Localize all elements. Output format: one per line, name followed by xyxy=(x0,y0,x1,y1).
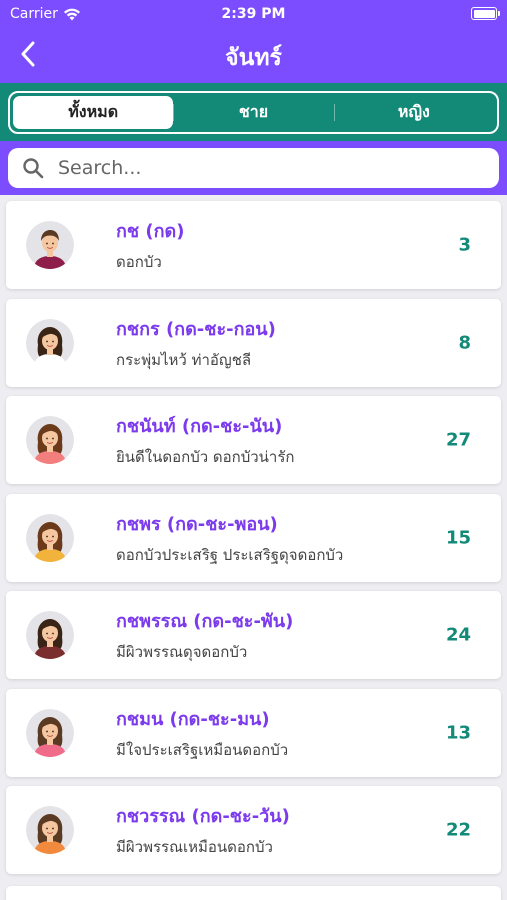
name-title: กชนันท์ (กด-ชะ-นัน) xyxy=(116,416,283,437)
name-count: 27 xyxy=(445,429,471,451)
battery-icon xyxy=(471,7,500,20)
search-input[interactable] xyxy=(58,157,485,179)
search-box[interactable] xyxy=(8,148,499,188)
page-title: จันทร์ xyxy=(225,45,282,71)
name-list-item[interactable]: กชมน (กด-ชะ-มน) มีใจประเสริฐเหมือนดอกบัว… xyxy=(6,688,501,777)
name-meaning: ดอกบัวประเสริฐ ประเสริฐดุจดอกบัว xyxy=(116,545,344,564)
name-title: กชกร (กด-ชะ-กอน) xyxy=(116,318,276,340)
name-list-item[interactable]: กชกร (กด-ชะ-กอน) กระพุ่มไหว้ ท่าอัญชลี 8 xyxy=(6,298,501,387)
name-count: 24 xyxy=(445,624,471,646)
name-list-item[interactable]: กช (กด) ดอกบัว 3 xyxy=(6,201,501,289)
status-time: 2:39 PM xyxy=(221,6,286,22)
female-avatar-icon xyxy=(26,513,74,562)
name-list-item[interactable]: กชพรรณ (กด-ชะ-พัน) มีผิวพรรณดุจดอกบัว 24 xyxy=(6,591,501,679)
name-title: กชพร (กด-ชะ-พอน) xyxy=(116,513,278,535)
name-list-item[interactable]: กชนันท์ (กด-ชะ-นัน) ยินดีในดอกบัว ดอกบัว… xyxy=(6,396,501,484)
name-meaning: ยินดีในดอกบัว ดอกบัวน่ารัก xyxy=(116,448,295,466)
female-avatar-icon xyxy=(26,416,74,464)
female-avatar-icon xyxy=(26,611,74,659)
name-count: 3 xyxy=(458,234,471,256)
app-header: Carrier 2:39 PM จันทร์ xyxy=(0,0,507,83)
female-avatar-icon xyxy=(26,806,74,854)
name-text-group: กชพร (กด-ชะ-พอน) ดอกบัวประเสริฐ ประเสริฐ… xyxy=(116,509,501,567)
name-meaning: ดอกบัว xyxy=(116,253,162,271)
female-avatar-icon xyxy=(26,318,74,367)
name-text-group: กชนันท์ (กด-ชะ-นัน) ยินดีในดอกบัว ดอกบัว… xyxy=(116,411,501,469)
name-count: 15 xyxy=(445,527,471,548)
nav-bar: จันทร์ xyxy=(0,28,507,83)
tab-all[interactable]: ทั้งหมด xyxy=(13,96,174,129)
name-text-group: กช (กด) ดอกบัว xyxy=(116,216,501,274)
name-count: 8 xyxy=(458,332,471,353)
name-list: กช (กด) ดอกบัว 3 กชกร (กด-ชะ-กอน) กระพุ่… xyxy=(0,195,507,874)
female-avatar-icon xyxy=(26,708,74,757)
male-avatar-icon xyxy=(26,221,74,269)
name-text-group: กชมน (กด-ชะ-มน) มีใจประเสริฐเหมือนดอกบัว xyxy=(116,704,501,762)
name-meaning: มีผิวพรรณดุจดอกบัว xyxy=(116,643,248,661)
name-title: กชวรรณ (กด-ชะ-วัน) xyxy=(116,806,290,827)
name-text-group: กชกร (กด-ชะ-กอน) กระพุ่มไหว้ ท่าอัญชลี xyxy=(116,314,501,372)
name-list-item[interactable]: กชพร (กด-ชะ-พอน) ดอกบัวประเสริฐ ประเสริฐ… xyxy=(6,493,501,582)
name-title: กช (กด) xyxy=(116,221,185,242)
name-meaning: มีผิวพรรณเหมือนดอกบัว xyxy=(116,838,273,856)
gender-filter-bar: ทั้งหมด ชาย หญิง xyxy=(0,83,507,141)
gender-segmented-control: ทั้งหมด ชาย หญิง xyxy=(8,91,499,134)
status-bar: Carrier 2:39 PM xyxy=(0,0,507,28)
list-item-partial[interactable] xyxy=(6,886,501,900)
name-text-group: กชวรรณ (กด-ชะ-วัน) มีผิวพรรณเหมือนดอกบัว xyxy=(116,801,501,859)
name-meaning: มีใจประเสริฐเหมือนดอกบัว xyxy=(116,740,289,759)
name-title: กชพรรณ (กด-ชะ-พัน) xyxy=(116,611,294,632)
name-list-item[interactable]: กชวรรณ (กด-ชะ-วัน) มีผิวพรรณเหมือนดอกบัว… xyxy=(6,786,501,874)
tab-female[interactable]: หญิง xyxy=(333,96,494,129)
name-meaning: กระพุ่มไหว้ ท่าอัญชลี xyxy=(116,350,252,369)
name-count: 13 xyxy=(445,722,471,743)
search-icon xyxy=(23,158,44,179)
tab-male[interactable]: ชาย xyxy=(173,96,333,129)
name-text-group: กชพรรณ (กด-ชะ-พัน) มีผิวพรรณดุจดอกบัว xyxy=(116,606,501,664)
name-count: 22 xyxy=(445,819,471,841)
search-bar xyxy=(0,141,507,195)
name-title: กชมน (กด-ชะ-มน) xyxy=(116,708,270,730)
